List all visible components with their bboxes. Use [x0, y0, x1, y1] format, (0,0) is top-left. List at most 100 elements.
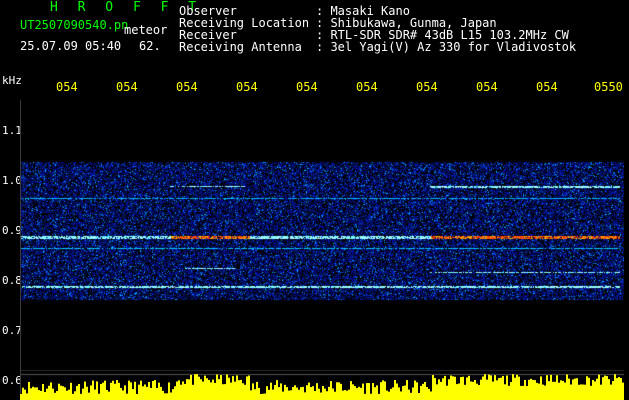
- meter-bar: [156, 388, 158, 400]
- date-time: 25.07.09 05:40: [20, 39, 122, 53]
- meter-bar: [616, 378, 618, 400]
- y-tick: 0.9: [2, 224, 22, 237]
- meter-bar: [332, 388, 334, 400]
- meter-bar: [328, 386, 330, 400]
- meter-bar: [554, 381, 556, 400]
- meter-bar: [136, 393, 138, 400]
- meter-bar: [146, 386, 148, 400]
- meter-bar: [620, 378, 622, 400]
- meter-bar: [190, 374, 192, 400]
- meter-bar: [394, 380, 396, 400]
- meter-bar: [408, 389, 410, 400]
- meter-bar: [58, 383, 60, 400]
- meter-bar: [386, 390, 388, 400]
- meter-bar: [54, 392, 56, 400]
- meter-bar: [376, 385, 378, 400]
- meter-bar: [44, 392, 46, 400]
- meter-bar: [98, 393, 100, 400]
- meter-bar: [282, 391, 284, 400]
- meter-bar: [266, 386, 268, 400]
- meter-bar: [42, 384, 44, 400]
- meter-bar: [116, 380, 118, 400]
- meter-bar: [428, 388, 430, 400]
- meter-bar: [348, 389, 350, 400]
- meter-bar: [350, 381, 352, 400]
- meter-bar: [436, 384, 438, 400]
- meter-bar: [214, 382, 216, 400]
- meter-bar: [318, 388, 320, 400]
- meter-bar: [374, 387, 376, 400]
- signal-level-meter: [20, 374, 624, 400]
- meter-bar: [240, 379, 242, 400]
- x-tick: 0550: [594, 80, 623, 94]
- meter-bar: [238, 380, 240, 400]
- meter-bar: [594, 381, 596, 400]
- meter-bar: [250, 390, 252, 400]
- meter-bar: [150, 387, 152, 400]
- meter-bar: [342, 390, 344, 400]
- spectrogram-plot: [20, 100, 624, 395]
- meter-bar: [510, 382, 512, 400]
- meter-bar: [582, 384, 584, 400]
- meter-bar: [478, 385, 480, 400]
- meter-bar: [432, 375, 434, 400]
- meter-bar: [38, 390, 40, 400]
- meter-bar: [26, 393, 28, 400]
- meter-bar: [396, 383, 398, 400]
- meter-bar: [312, 386, 314, 400]
- meter-bar: [264, 393, 266, 400]
- meter-bar: [392, 387, 394, 400]
- meter-bar: [276, 380, 278, 400]
- meter-bar: [322, 385, 324, 400]
- meter-bar: [162, 390, 164, 400]
- meter-bar: [252, 383, 254, 400]
- meter-bar: [530, 378, 532, 400]
- meter-bar: [596, 378, 598, 400]
- meter-bar: [20, 393, 22, 400]
- meter-bar: [206, 378, 208, 400]
- meter-bar: [78, 384, 80, 400]
- x-tick: 054: [56, 80, 78, 94]
- meter-bar: [544, 385, 546, 400]
- meter-bar: [114, 383, 116, 400]
- meter-bar: [134, 381, 136, 400]
- meter-bar: [310, 387, 312, 400]
- meter-bar: [308, 382, 310, 400]
- meter-bar: [486, 379, 488, 400]
- meter-bar: [346, 390, 348, 400]
- meter-bar: [208, 379, 210, 400]
- meter-bar: [246, 376, 248, 400]
- meter-bar: [106, 389, 108, 400]
- meter-bar: [24, 389, 26, 400]
- meter-bar: [536, 382, 538, 400]
- y-tick: 1.1: [2, 124, 22, 137]
- meter-bar: [526, 385, 528, 400]
- file-name: UT2507090540.pn: [20, 18, 129, 32]
- meter-bar: [612, 381, 614, 400]
- meter-bar: [556, 375, 558, 400]
- meter-bar: [336, 382, 338, 400]
- meter-bar: [584, 384, 586, 400]
- meter-bar: [296, 387, 298, 400]
- meter-bar: [512, 374, 514, 400]
- meter-bar: [70, 382, 72, 400]
- meter-bar: [498, 378, 500, 400]
- antenna-label: Receiving Antenna: [179, 40, 302, 54]
- meter-bar: [316, 383, 318, 400]
- meter-bar: [520, 385, 522, 400]
- meter-bar: [382, 380, 384, 400]
- meter-bar: [256, 381, 258, 400]
- meter-bar: [500, 377, 502, 400]
- meter-bar: [280, 383, 282, 400]
- meter-bar: [390, 388, 392, 400]
- meter-bar: [406, 380, 408, 400]
- meter-bar: [452, 376, 454, 400]
- meter-bar: [466, 377, 468, 400]
- meter-bar: [570, 384, 572, 400]
- meter-bar: [344, 390, 346, 400]
- meter-bar: [400, 391, 402, 400]
- meter-bar: [532, 379, 534, 400]
- meter-bar: [368, 383, 370, 400]
- meter-bar: [458, 383, 460, 400]
- meter-bar: [514, 377, 516, 400]
